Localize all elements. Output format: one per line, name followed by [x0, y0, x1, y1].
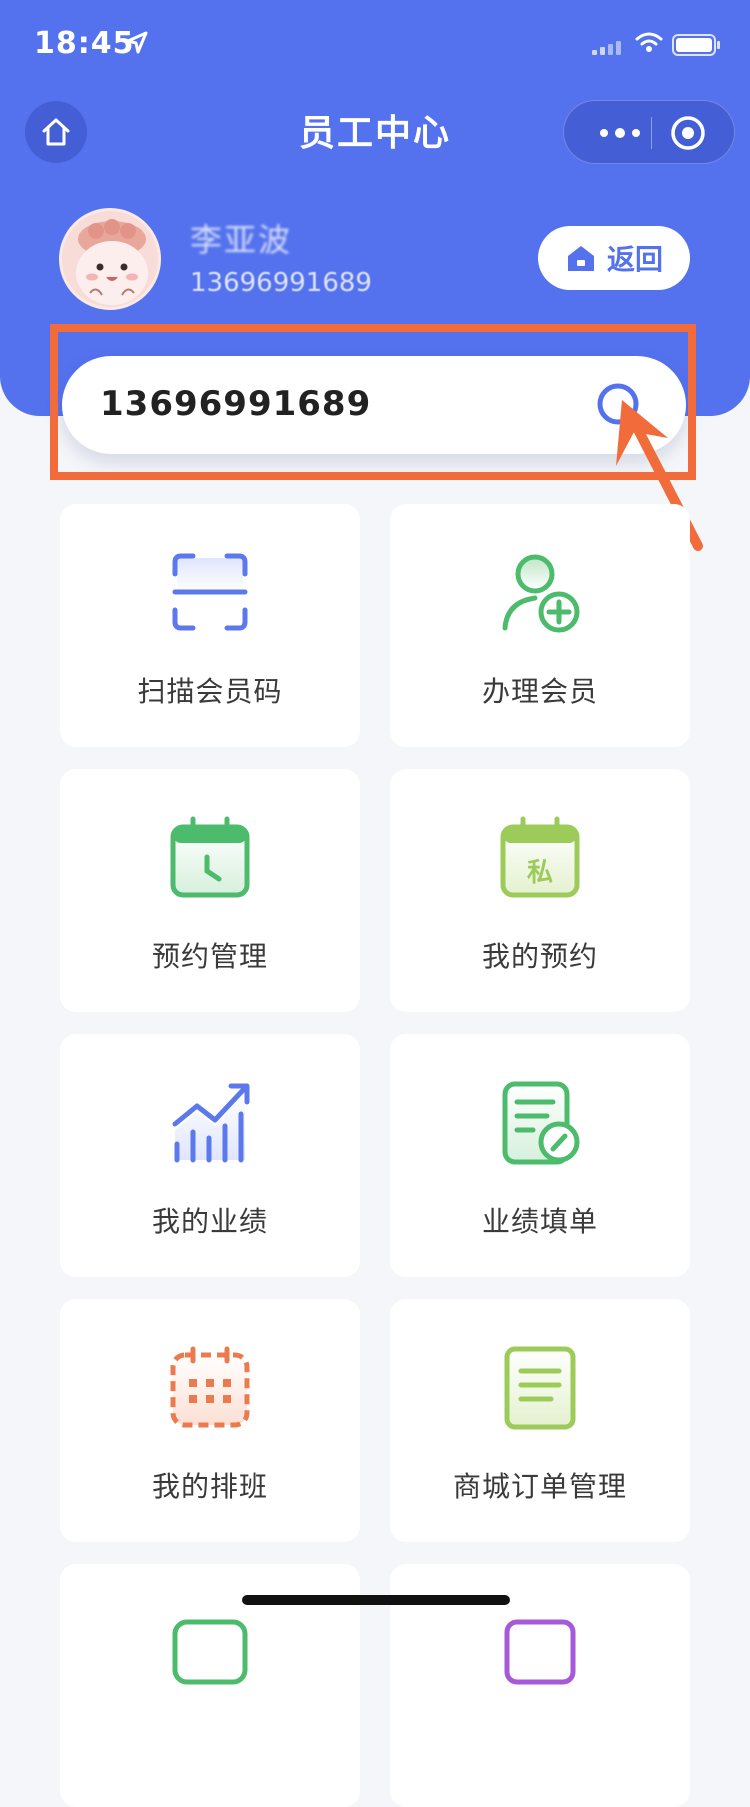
- form-edit-icon: [502, 1081, 580, 1165]
- close-target-icon[interactable]: [668, 113, 708, 153]
- user-name: 李亚波: [190, 221, 293, 259]
- add-member-icon: [502, 554, 580, 633]
- menu-item-label: 办理会员: [481, 675, 598, 708]
- menu-item-label: 业绩填单: [481, 1205, 598, 1238]
- status-bar: 18:45: [0, 0, 750, 90]
- menu-item-mall-orders[interactable]: 商城订单管理: [390, 1299, 690, 1542]
- calendar-clock-icon: [170, 816, 250, 898]
- status-time: 18:45: [34, 26, 135, 61]
- menu-item-label: 预约管理: [151, 940, 268, 973]
- menu-item-label: 我的预约: [481, 940, 598, 973]
- menu-item-scan[interactable]: 扫描会员码: [60, 504, 360, 747]
- card-icon-green: [172, 1619, 248, 1685]
- menu-item-my-performance[interactable]: 我的业绩: [60, 1034, 360, 1277]
- scan-icon: [172, 553, 248, 631]
- wifi-icon: [634, 30, 664, 58]
- avatar: [59, 208, 161, 310]
- back-button[interactable]: 返回: [538, 226, 690, 290]
- menu-item-my-schedule[interactable]: 我的排班: [60, 1299, 360, 1542]
- calendar-private-icon: 私: [500, 816, 580, 898]
- menu-item-label: 我的业绩: [151, 1205, 268, 1238]
- signal-icon: [592, 40, 624, 59]
- battery-icon: [672, 33, 722, 61]
- location-arrow-icon: [124, 30, 150, 60]
- schedule-icon: [170, 1346, 250, 1428]
- house-icon: [567, 246, 594, 271]
- menu-item-my-appointment[interactable]: 私 我的预约: [390, 769, 690, 1012]
- user-phone: 13696991689: [190, 268, 372, 298]
- highlight-box: [50, 324, 696, 480]
- home-indicator: [242, 1595, 510, 1605]
- capsule-divider: [651, 117, 652, 149]
- back-button-label: 返回: [606, 243, 663, 276]
- order-list-icon: [504, 1346, 576, 1430]
- menu-item-label: 扫描会员码: [137, 675, 283, 708]
- card-icon-purple: [504, 1619, 576, 1685]
- svg-text:私: 私: [527, 858, 553, 888]
- menu-item-label: 商城订单管理: [452, 1470, 627, 1503]
- menu-item-label: 我的排班: [151, 1470, 268, 1503]
- menu-item-add-member[interactable]: 办理会员: [390, 504, 690, 747]
- performance-chart-icon: [172, 1083, 250, 1163]
- menu-item-appointment-manage[interactable]: 预约管理: [60, 769, 360, 1012]
- menu-item-performance-form[interactable]: 业绩填单: [390, 1034, 690, 1277]
- more-icon[interactable]: [590, 119, 650, 147]
- miniprogram-capsule: [563, 100, 735, 164]
